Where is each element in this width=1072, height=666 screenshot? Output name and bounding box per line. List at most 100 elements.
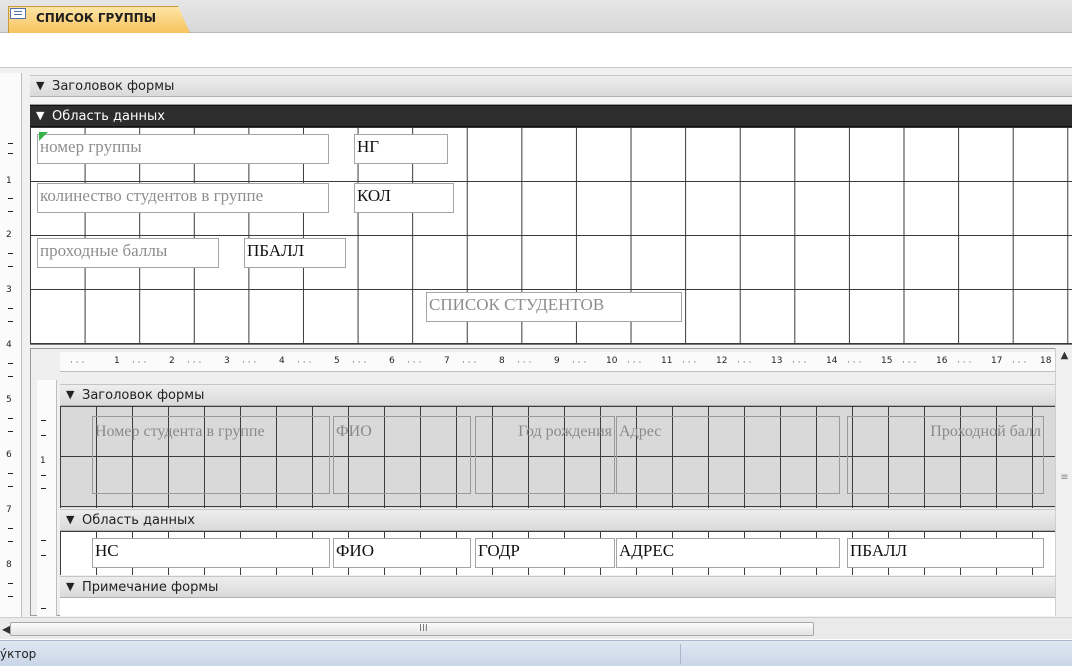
field-pass-score[interactable]: ПБАЛЛ [847, 538, 1044, 568]
status-text: ýктор [0, 647, 37, 661]
ruler-tick: · · · [957, 358, 972, 368]
ruler-tick [41, 540, 46, 541]
ruler-tick [8, 418, 13, 419]
field-birth-year[interactable]: ГОДР [475, 538, 615, 568]
ruler-mark: 15 [881, 356, 893, 366]
ruler-tick [41, 488, 46, 489]
horizontal-scrollbar[interactable]: ◀ III [0, 617, 1072, 639]
ruler-tick [8, 153, 13, 154]
ruler-tick [41, 435, 46, 436]
ruler-mark: 11 [661, 356, 673, 366]
ruler-tick [8, 583, 13, 584]
ruler-mark: 1 [40, 456, 46, 466]
subform-vertical-scrollbar[interactable]: ▲ ≡ [1055, 348, 1072, 616]
ruler-tick [8, 473, 13, 474]
ruler-tick: · · · [572, 358, 587, 368]
ruler-tick: · · · [682, 358, 697, 368]
subform-vertical-ruler: 1 [37, 380, 57, 616]
ruler-tick [8, 376, 13, 377]
subform-footer-area [60, 598, 1055, 616]
section-label: Заголовок формы [52, 79, 175, 94]
section-arrow-icon: ▼ [66, 513, 75, 526]
section-arrow-icon: ▼ [66, 580, 75, 593]
ruler-mark: 17 [991, 356, 1003, 366]
section-arrow-icon: ▼ [36, 109, 45, 122]
section-label: Примечание формы [82, 580, 219, 595]
scroll-grip: III [419, 623, 428, 634]
tab-label[interactable]: СПИСОК ГРУППЫ [36, 11, 156, 25]
header-pass-score-label[interactable]: Проходной балл [847, 416, 1044, 494]
pass-score-label[interactable]: проходные баллы [37, 238, 219, 268]
section-detail[interactable]: ▼ Область данных [30, 105, 1072, 127]
header-area [30, 97, 1072, 105]
scroll-up-icon[interactable]: ▲ [1058, 350, 1071, 364]
ruler-tick [8, 528, 13, 529]
scroll-thumb[interactable]: III [10, 622, 814, 636]
section-label: Область данных [82, 513, 195, 528]
ruler-tick: · · · [187, 358, 202, 368]
field-name[interactable]: ФИО [333, 538, 471, 568]
ruler-mark: 3 [6, 285, 12, 295]
ruler-mark: 12 [716, 356, 728, 366]
header-student-number-label[interactable]: Номер студента в группе [92, 416, 330, 494]
ruler-tick [8, 266, 13, 267]
ruler-tick [8, 198, 13, 199]
students-list-label[interactable]: СПИСОК СТУДЕНТОВ [426, 292, 682, 322]
field-address[interactable]: АДРЕС [616, 538, 840, 568]
status-divider [680, 644, 681, 664]
ruler-tick: · · · [297, 358, 312, 368]
ruler-tick [8, 308, 13, 309]
ruler-tick [8, 253, 13, 254]
ruler-tick: · · · [1012, 358, 1027, 368]
ruler-mark: 6 [389, 356, 395, 366]
ruler-mark: 4 [279, 356, 285, 366]
ruler-mark: 1 [6, 176, 12, 186]
field-student-number[interactable]: НС [92, 538, 330, 568]
ruler-tick [8, 541, 13, 542]
group-number-label[interactable]: номер группы [37, 134, 329, 164]
header-address-label[interactable]: Адрес [616, 416, 840, 494]
ruler-tick: · · · [627, 358, 642, 368]
ruler-mark: 7 [444, 356, 450, 366]
ruler-tick [8, 363, 13, 364]
ruler-tick: · · · [792, 358, 807, 368]
subform-section-detail[interactable]: ▼ Область данных [60, 509, 1055, 531]
section-arrow-icon: ▼ [36, 79, 45, 92]
ruler-tick: · · · [242, 358, 257, 368]
ruler-mark: 4 [6, 340, 12, 350]
section-label: Область данных [52, 109, 165, 124]
subform-section-footer[interactable]: ▼ Примечание формы [60, 576, 1055, 598]
header-birth-year-label[interactable]: Год рождения [475, 416, 615, 494]
subform-section-header[interactable]: ▼ Заголовок формы [60, 384, 1055, 406]
ruler-tick: · · · [517, 358, 532, 368]
group-number-field[interactable]: НГ [354, 134, 448, 164]
section-arrow-icon: ▼ [66, 388, 75, 401]
status-bar: ýктор [0, 640, 1072, 666]
students-count-label[interactable]: колинество студентов в группе [37, 183, 329, 213]
ruler-mark: 16 [936, 356, 948, 366]
ruler-tick: · · · [462, 358, 477, 368]
ruler-mark: 8 [6, 560, 12, 570]
ruler-tick [41, 475, 46, 476]
header-name-label[interactable]: ФИО [333, 416, 471, 494]
ruler-tick [41, 555, 46, 556]
ruler-tick [8, 486, 13, 487]
scroll-grip-icon[interactable]: ≡ [1058, 472, 1071, 486]
ruler-mark: 2 [6, 230, 12, 240]
selection-marker-icon [39, 132, 48, 141]
ruler-tick: · · · [352, 358, 367, 368]
ruler-tick [41, 608, 46, 609]
section-form-header[interactable]: ▼ Заголовок формы [30, 75, 1072, 97]
students-count-field[interactable]: КОЛ [354, 183, 454, 213]
ruler-tick: · · · [737, 358, 752, 368]
ruler-mark: 1 [114, 356, 120, 366]
form-icon [10, 8, 26, 19]
ruler-mark: 18 [1040, 356, 1052, 366]
ruler-tick: · · · [70, 358, 85, 368]
ruler-mark: 13 [771, 356, 783, 366]
ruler-tick [8, 431, 13, 432]
ruler-tick: · · · [407, 358, 422, 368]
ruler-tick [8, 596, 13, 597]
ruler-mark: 8 [499, 356, 505, 366]
pass-score-field[interactable]: ПБАЛЛ [244, 238, 346, 268]
